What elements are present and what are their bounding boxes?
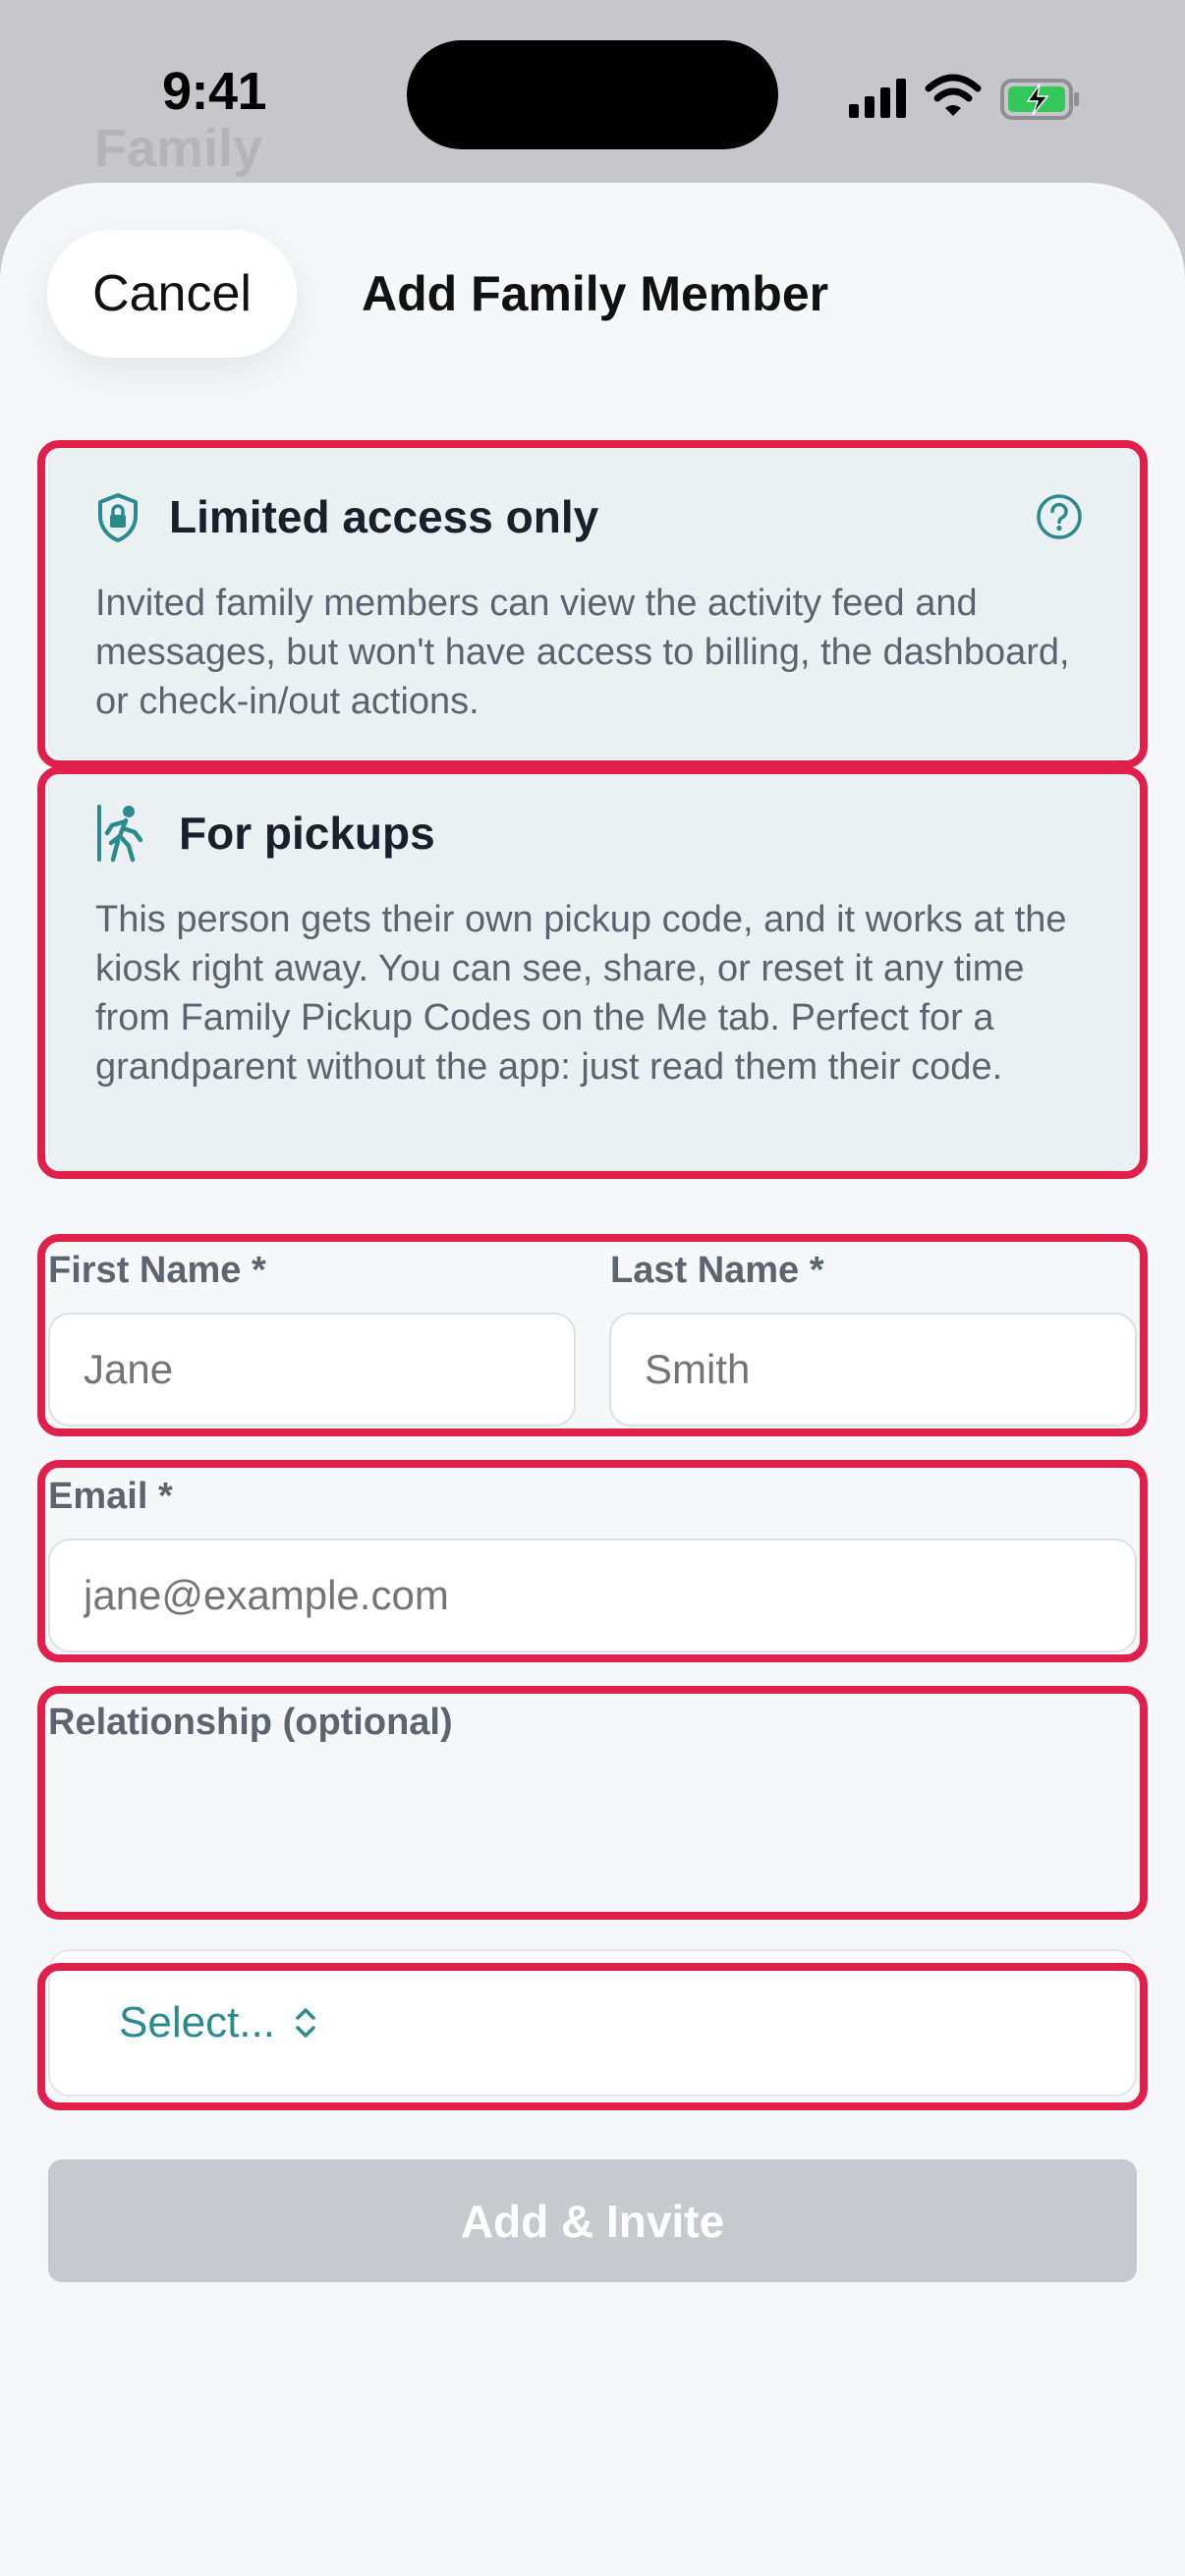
pickups-description: This person gets their own pickup code, …: [95, 899, 1067, 1088]
pickups-title: For pickups: [179, 808, 435, 859]
pickups-card: For pickups This person gets their own p…: [48, 766, 1137, 1171]
last-name-input[interactable]: [609, 1313, 1137, 1427]
cellular-signal-icon: [849, 79, 906, 118]
relationship-select[interactable]: Select...: [48, 1949, 1137, 2097]
limited-access-description: Invited family members can view the acti…: [95, 583, 1070, 722]
add-family-member-sheet: Cancel Add Family Member Limited access …: [0, 183, 1185, 2576]
limited-access-card: Limited access only Invited family membe…: [48, 444, 1137, 758]
help-circle-icon[interactable]: [1035, 492, 1084, 546]
sheet-title: Add Family Member: [362, 266, 829, 321]
shield-lock-icon: [95, 492, 141, 548]
dynamic-island: [407, 40, 778, 149]
chevron-up-down-icon: [291, 2003, 320, 2043]
walking-person-icon: [95, 803, 152, 868]
add-invite-button[interactable]: Add & Invite: [48, 2159, 1137, 2282]
status-icons: [847, 69, 1083, 124]
relationship-select-value: Select...: [119, 1998, 275, 2046]
first-name-input[interactable]: [48, 1313, 576, 1427]
last-name-label: Last Name *: [610, 1250, 824, 1291]
limited-access-title: Limited access only: [169, 491, 599, 542]
email-label: Email *: [48, 1476, 173, 1517]
email-input[interactable]: [48, 1539, 1137, 1652]
first-name-label: First Name *: [48, 1250, 266, 1291]
wifi-icon: [925, 74, 982, 116]
battery-charging-icon: [1000, 79, 1079, 120]
status-time: 9:41: [162, 62, 267, 121]
cancel-button[interactable]: Cancel: [47, 230, 297, 358]
status-bar: 9:41: [0, 0, 1185, 187]
relationship-label: Relationship (optional): [48, 1702, 453, 1743]
